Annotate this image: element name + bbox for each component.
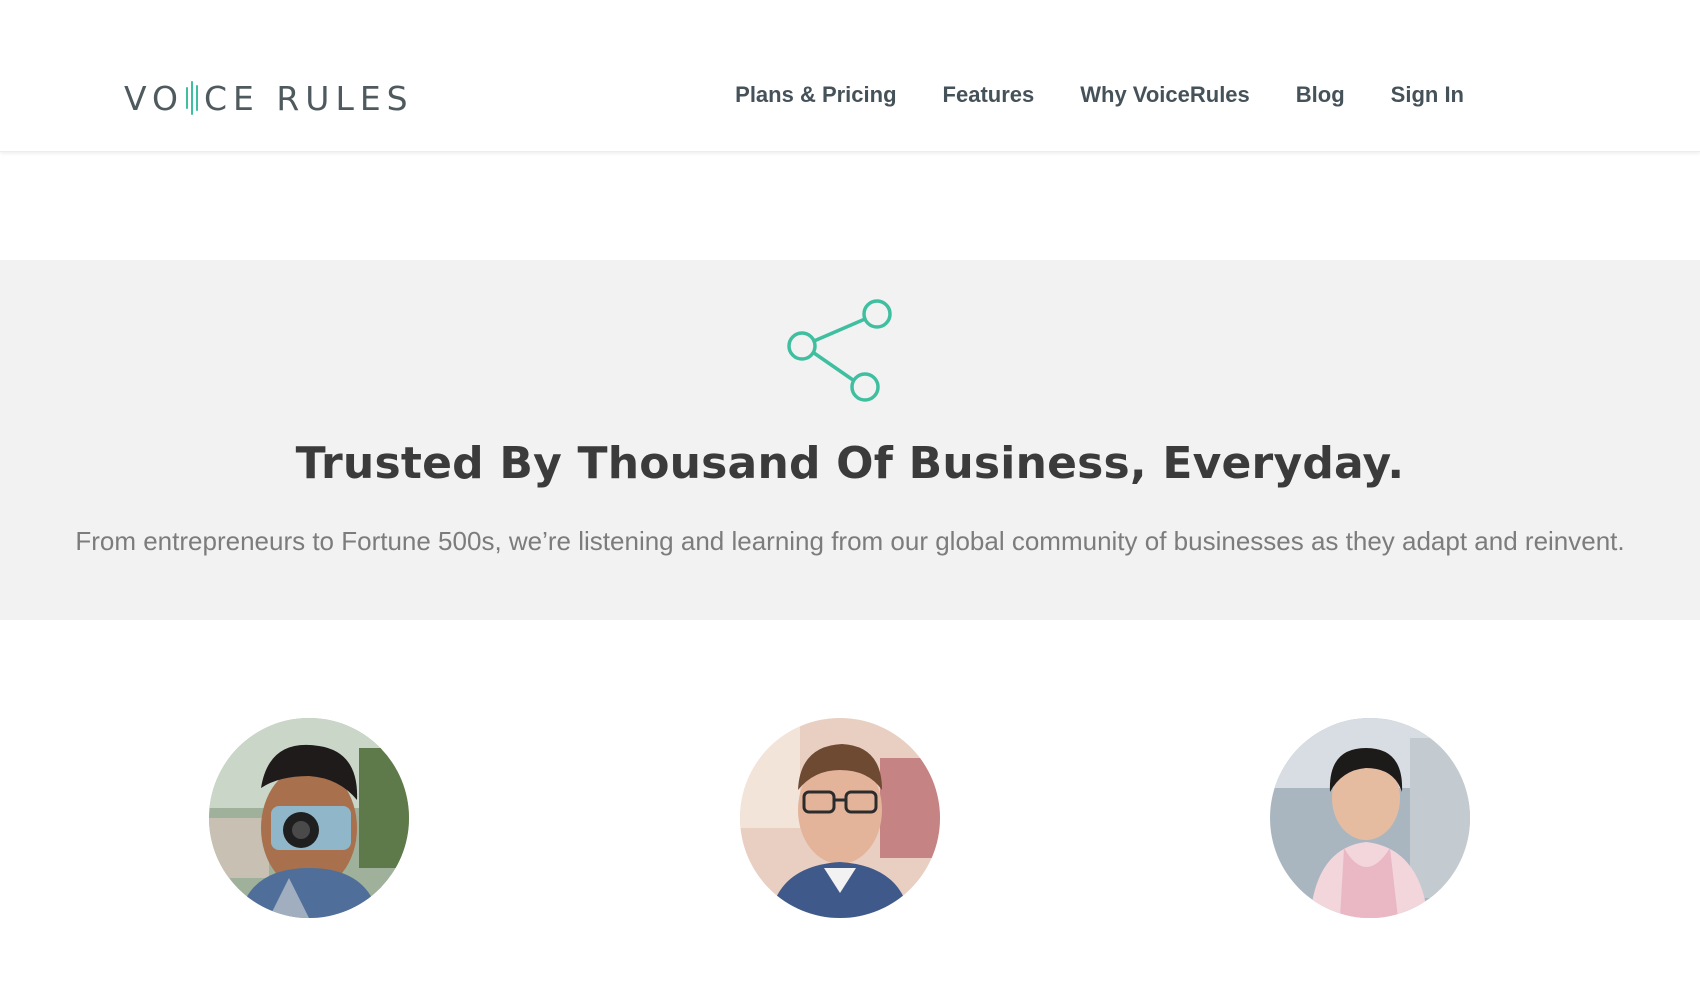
trust-title: Trusted By Thousand Of Business, Everyda… xyxy=(295,438,1405,489)
avatar-woman[interactable] xyxy=(1270,718,1470,918)
nav-plans-pricing[interactable]: Plans & Pricing xyxy=(735,82,896,108)
share-icon xyxy=(787,299,892,402)
avatar-man-glasses[interactable] xyxy=(740,718,940,918)
trust-section: Trusted By Thousand Of Business, Everyda… xyxy=(0,260,1700,620)
nav-why-voicerules[interactable]: Why VoiceRules xyxy=(1080,82,1250,108)
logo-text-right: CE RULES xyxy=(203,78,414,118)
avatar-photographer[interactable] xyxy=(209,718,409,918)
logo-text-left: VO xyxy=(124,78,184,118)
site-header: VO CE RULES Plans & Pricing Features Why… xyxy=(0,0,1700,152)
nav-blog[interactable]: Blog xyxy=(1296,82,1345,108)
main-nav: Plans & Pricing Features Why VoiceRules … xyxy=(735,82,1464,108)
nav-features[interactable]: Features xyxy=(943,82,1035,108)
nav-sign-in[interactable]: Sign In xyxy=(1391,82,1464,108)
testimonial-avatars xyxy=(0,718,1700,920)
trust-subtitle: From entrepreneurs to Fortune 500s, we’r… xyxy=(75,526,1625,556)
voicerules-logo[interactable]: VO CE RULES xyxy=(124,78,414,118)
logo-waveform-icon xyxy=(185,81,198,115)
